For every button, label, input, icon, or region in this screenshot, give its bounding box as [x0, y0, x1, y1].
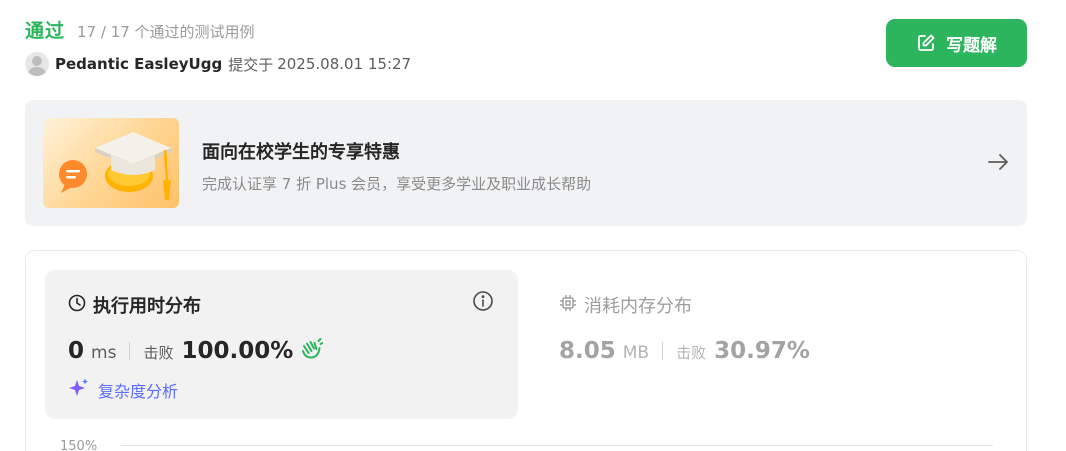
student-promo-banner[interactable]: 面向在校学生的专享特惠 完成认证享 7 折 Plus 会员，享受更多学业及职业成…: [25, 100, 1027, 226]
complexity-analysis-link[interactable]: 复杂度分析: [68, 377, 178, 403]
avatar[interactable]: [25, 52, 49, 76]
write-solution-label: 写题解: [946, 35, 997, 56]
memory-value: 8.05: [559, 338, 616, 364]
memory-distribution-panel[interactable]: 消耗内存分布 8.05 MB 击败 30.97%: [536, 270, 1006, 419]
chart-y-tick-label: 150%: [60, 439, 98, 451]
memory-title: 消耗内存分布: [584, 296, 692, 317]
write-solution-button[interactable]: 写题解: [886, 19, 1027, 67]
graduation-cap-illustration: [43, 118, 179, 208]
divider: [129, 342, 131, 360]
complexity-analysis-label: 复杂度分析: [98, 382, 179, 401]
runtime-beats-percent: 100.00%: [181, 338, 294, 364]
runtime-value: 0: [68, 338, 85, 364]
divider: [662, 342, 664, 360]
arrow-right-icon[interactable]: [987, 151, 1009, 177]
chip-icon: [559, 294, 577, 316]
memory-metric: 8.05 MB 击败 30.97%: [559, 338, 810, 364]
memory-header: 消耗内存分布: [559, 292, 692, 318]
submission-detail-page: 通过 17 / 17 个通过的测试用例 Pedantic EasleyUgg 提…: [0, 0, 1066, 451]
clock-icon: [68, 294, 86, 316]
memory-unit: MB: [622, 343, 650, 363]
accepted-status: 通过: [25, 20, 66, 42]
runtime-title: 执行用时分布: [93, 296, 201, 317]
promo-subtitle: 完成认证享 7 折 Plus 会员，享受更多学业及职业成长帮助: [202, 175, 592, 193]
sparkle-icon: [68, 377, 90, 403]
submitted-label: 提交于: [228, 55, 274, 74]
memory-beats-percent: 30.97%: [714, 338, 810, 364]
user-name[interactable]: Pedantic EasleyUgg: [55, 55, 222, 73]
runtime-metric: 0 ms 击败 100.00%: [68, 338, 324, 364]
memory-beats-label: 击败: [676, 344, 707, 362]
edit-icon: [916, 33, 936, 53]
runtime-unit: ms: [91, 343, 117, 363]
clap-hands-icon: [299, 338, 324, 364]
test-case-summary: 17 / 17 个通过的测试用例: [77, 23, 255, 41]
submission-info: Pedantic EasleyUgg 提交于 2025.08.01 15:27: [25, 52, 411, 76]
runtime-beats-label: 击败: [143, 344, 174, 362]
performance-card: 执行用时分布 0 ms 击败 100.00% 复杂度分析 消耗内存分布 8.05…: [25, 250, 1027, 451]
status-line: 通过 17 / 17 个通过的测试用例: [25, 16, 255, 43]
chart-gridline: [121, 445, 993, 446]
submitted-time: 2025.08.01 15:27: [277, 55, 412, 73]
promo-title: 面向在校学生的专享特惠: [202, 142, 400, 163]
info-icon[interactable]: [472, 290, 494, 316]
runtime-distribution-panel[interactable]: 执行用时分布 0 ms 击败 100.00% 复杂度分析: [45, 270, 518, 419]
runtime-header: 执行用时分布: [68, 292, 201, 318]
